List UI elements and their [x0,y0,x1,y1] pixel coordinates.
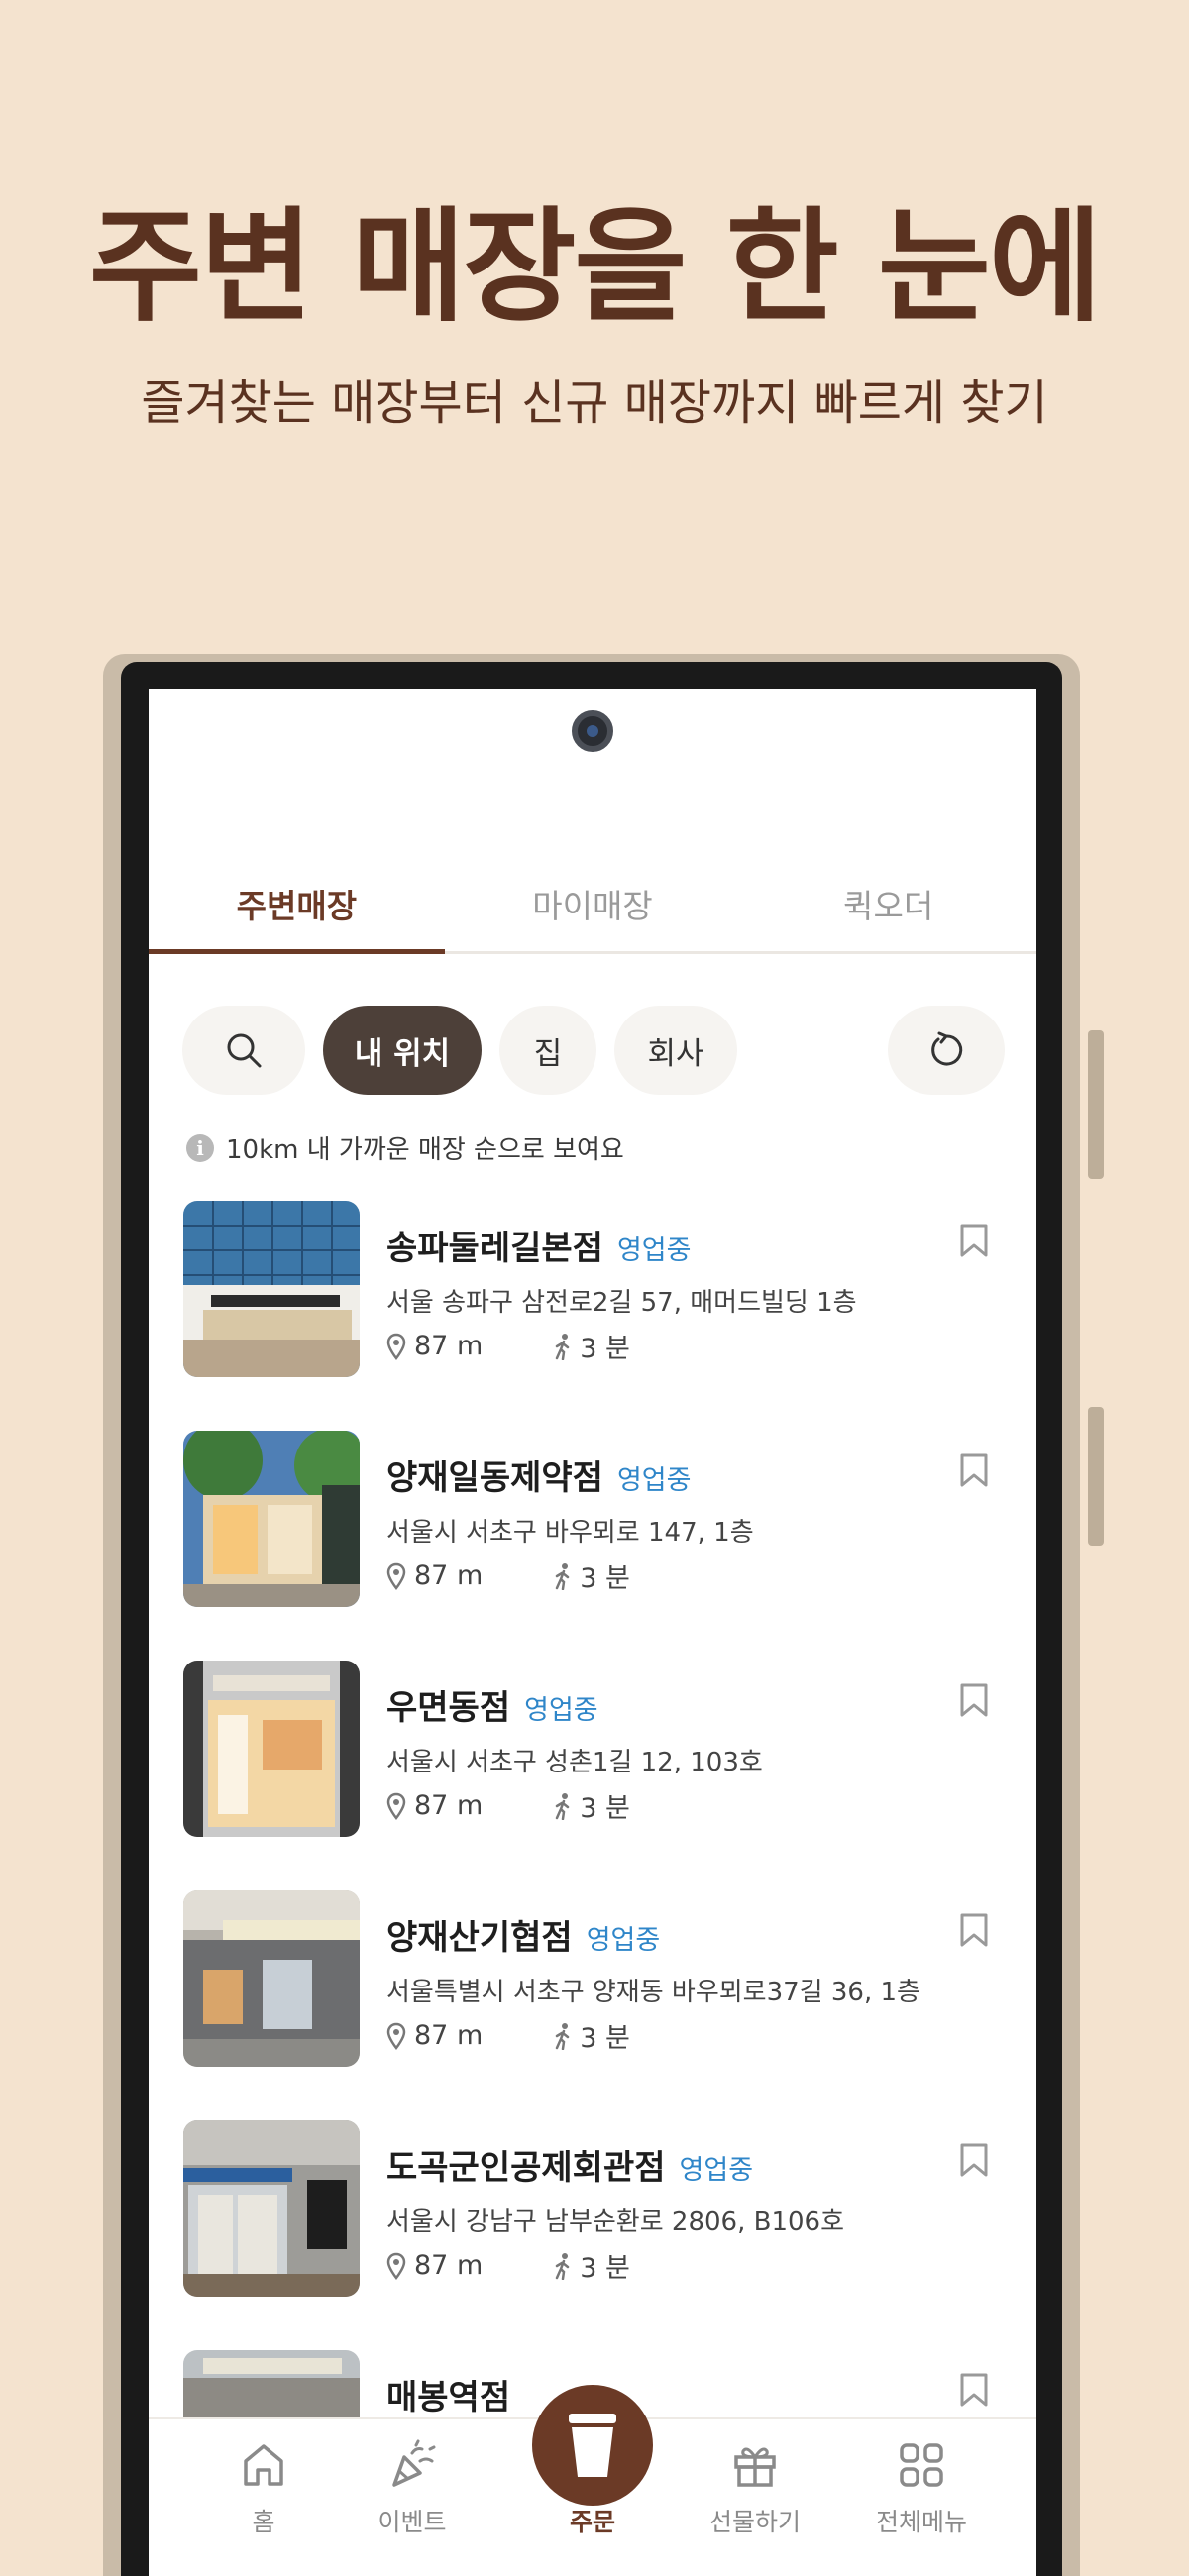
location-pin-icon [386,1792,406,1820]
status-badge: 영업중 [616,1235,692,1266]
store-name: 매봉역점 [386,2378,511,2417]
list-item[interactable]: 송파둘레길본점 영업중 서울 송파구 삼전로2길 57, 매머드빌딩 1층 87 … [149,1201,1036,1431]
store-walk-time: 3 분 [580,2253,630,2284]
location-filter-bar: 내 위치 집 회사 [182,1006,1005,1097]
store-meta: 87 m 3 분 [386,2016,630,2055]
store-photo [183,1431,360,1607]
bookmark-icon[interactable] [959,1223,989,1258]
tab-quick-order[interactable]: 퀵오더 [740,867,1036,951]
status-badge: 영업중 [616,1465,692,1496]
promo-headline: 주변 매장을 한 눈에 [88,196,1102,339]
store-photo [183,1890,360,2067]
nav-gift[interactable]: 선물하기 [676,2439,834,2538]
bottom-nav: 홈 이벤트 주문 선물하기 전체메뉴 [149,2385,1036,2576]
promo-subline: 즐겨찾는 매장부터 신규 매장까지 빠르게 찾기 [141,376,1048,431]
store-meta: 87 m 3 분 [386,1556,630,1595]
search-button[interactable] [182,1006,305,1095]
phone-side-button [1088,1407,1104,1546]
walking-icon [556,2252,570,2280]
store-walk-time: 3 분 [580,1793,630,1824]
bookmark-icon[interactable] [959,1912,989,1948]
store-meta: 87 m 3 분 [386,1327,630,1365]
status-badge: 영업중 [586,1925,661,1956]
status-badge: 영업중 [524,1695,598,1726]
store-name: 양재일동제약점 영업중 [386,1458,692,1498]
list-item[interactable]: 양재일동제약점 영업중 서울시 서초구 바우뫼로 147, 1층 87 m 3 분 [149,1431,1036,1661]
bookmark-icon[interactable] [959,1682,989,1718]
list-item[interactable]: 도곡군인공제회관점 영업중 서울시 강남구 남부순환로 2806, B106호 8… [149,2120,1036,2350]
walking-icon [556,1792,570,1820]
tab-nearby-stores[interactable]: 주변매장 [149,867,445,954]
location-pin-icon [386,1562,406,1590]
phone-screen: 주변매장 마이매장 퀵오더 내 위치 집 회사 i 10km 내 가까운 매장 … [149,689,1036,2576]
store-address: 서울시 강남구 남부순환로 2806, B106호 [386,2207,844,2237]
store-meta: 87 m 3 분 [386,1786,630,1825]
info-icon: i [186,1133,214,1162]
cup-icon [569,2414,616,2477]
store-walk-time: 3 분 [580,1334,630,1364]
chip-home[interactable]: 집 [499,1006,596,1095]
nav-all-menu[interactable]: 전체메뉴 [842,2439,1001,2538]
chip-my-location[interactable]: 내 위치 [323,1006,482,1095]
location-pin-icon [386,2022,406,2050]
store-name: 양재산기협점 영업중 [386,1918,661,1958]
grid-icon [900,2443,943,2487]
walking-icon [556,1562,570,1590]
bookmark-icon[interactable] [959,2372,989,2408]
nav-event[interactable]: 이벤트 [333,2439,491,2538]
home-icon [244,2444,283,2486]
tab-my-stores[interactable]: 마이매장 [445,867,741,951]
store-distance: 87 m [414,1331,484,1361]
list-item[interactable]: 우면동점 영업중 서울시 서초구 성촌1길 12, 103호 87 m 3 분 [149,1661,1036,1890]
store-distance: 87 m [414,1560,484,1591]
location-pin-icon [386,2252,406,2280]
list-item[interactable]: 양재산기협점 영업중 서울특별시 서초구 양재동 바우뫼로37길 36, 1층 8… [149,1890,1036,2120]
store-list: 송파둘레길본점 영업중 서울 송파구 삼전로2길 57, 매머드빌딩 1층 87 … [149,1201,1036,2576]
store-address: 서울시 서초구 성촌1길 12, 103호 [386,1748,763,1777]
store-tabs: 주변매장 마이매장 퀵오더 [149,867,1036,954]
status-badge: 영업중 [679,2155,754,2186]
store-name: 송파둘레길본점 영업중 [386,1229,692,1268]
store-distance: 87 m [414,2020,484,2051]
store-photo [183,2120,360,2297]
store-walk-time: 3 분 [580,1563,630,1594]
distance-notice: i 10km 내 가까운 매장 순으로 보여요 [186,1129,624,1166]
walking-icon [556,2022,570,2050]
search-icon [227,1033,262,1068]
phone-side-button [1088,1030,1104,1179]
store-walk-time: 3 분 [580,2023,630,2054]
refresh-button[interactable] [888,1006,1005,1095]
order-button[interactable] [532,2385,653,2506]
gift-icon [734,2447,776,2487]
walking-icon [556,1333,570,1360]
store-address: 서울시 서초구 바우뫼로 147, 1층 [386,1518,754,1548]
chip-office[interactable]: 회사 [614,1006,737,1095]
location-pin-icon [386,1333,406,1360]
store-address: 서울특별시 서초구 양재동 바우뫼로37길 36, 1층 [386,1978,920,2007]
store-distance: 87 m [414,1790,484,1821]
bookmark-icon[interactable] [959,1452,989,1488]
store-name: 도곡군인공제회관점 영업중 [386,2148,754,2188]
store-address: 서울 송파구 삼전로2길 57, 매머드빌딩 1층 [386,1288,857,1318]
camera-icon [572,710,613,752]
store-name: 우면동점 영업중 [386,1688,598,1728]
party-popper-icon [392,2439,436,2487]
bookmark-icon[interactable] [959,2142,989,2178]
notice-text: 10km 내 가까운 매장 순으로 보여요 [226,1135,624,1165]
store-distance: 87 m [414,2250,484,2281]
store-photo [183,1661,360,1837]
nav-home[interactable]: 홈 [184,2439,343,2538]
refresh-icon [931,1031,963,1066]
store-meta: 87 m 3 분 [386,2246,630,2285]
store-photo [183,1201,360,1377]
